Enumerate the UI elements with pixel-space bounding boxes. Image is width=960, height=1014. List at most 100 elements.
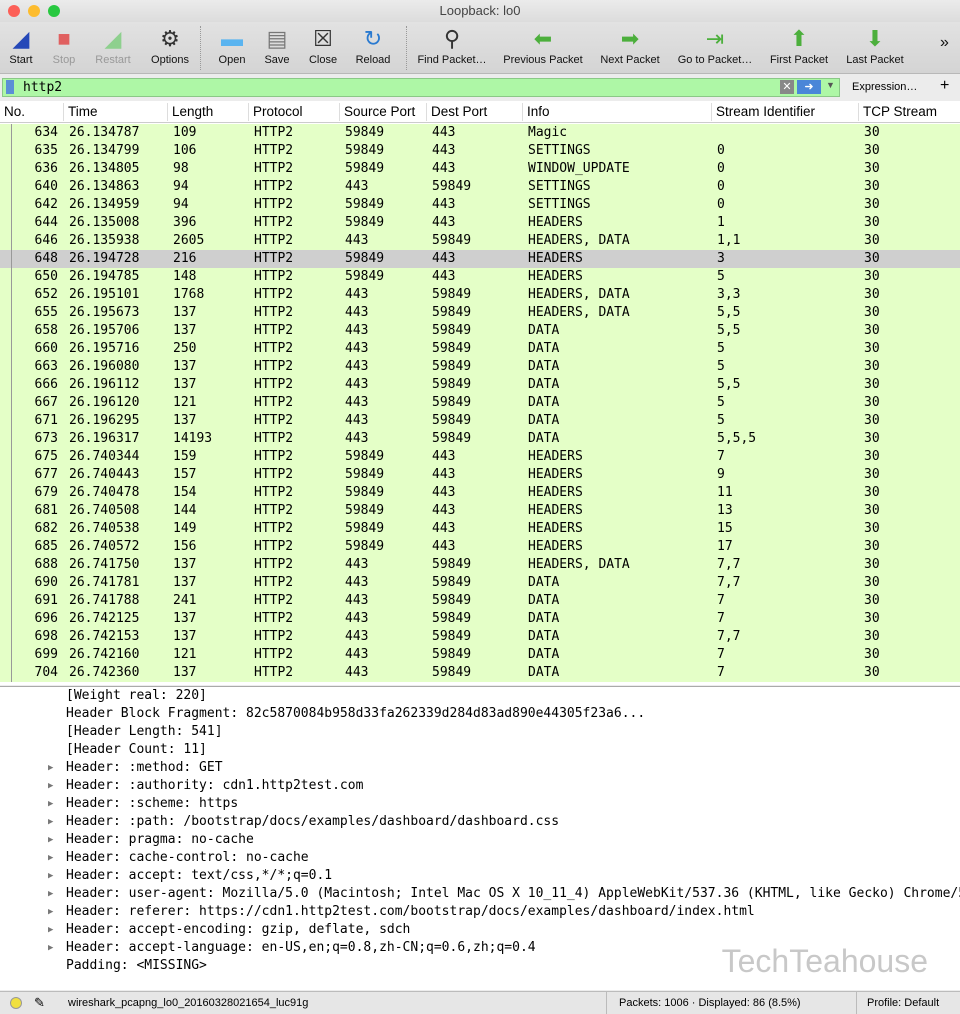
column-separator[interactable] xyxy=(248,103,249,121)
packet-row[interactable]: 690 26.741781 137 HTTP2 443 59849 DATA 7,7 30 xyxy=(0,574,960,592)
packet-details[interactable]: TechTeahouse [Weight real: 220] Header Bl… xyxy=(0,686,960,990)
toolbar-button-options[interactable]: ⚙ Options xyxy=(146,24,194,66)
profile-selector[interactable]: Profile: Default xyxy=(856,992,939,1014)
expand-triangle-icon[interactable]: ▶ xyxy=(48,777,53,795)
toolbar-button-first-packet[interactable]: ⬆ First Packet xyxy=(764,24,834,66)
capture-comment-icon[interactable]: ✎ xyxy=(34,992,45,1014)
column-separator[interactable] xyxy=(711,103,712,121)
filter-history-dropdown[interactable]: ▼ xyxy=(826,80,835,90)
packet-row[interactable]: 658 26.195706 137 HTTP2 443 59849 DATA 5,5 30 xyxy=(0,322,960,340)
packet-row[interactable]: 666 26.196112 137 HTTP2 443 59849 DATA 5,5 30 xyxy=(0,376,960,394)
column-header-info[interactable]: Info xyxy=(527,104,550,119)
capture-file-name: wireshark_pcapng_lo0_20160328021654_luc9… xyxy=(68,997,309,1009)
packet-row[interactable]: 652 26.195101 1768 HTTP2 443 59849 HEADERS, DA… xyxy=(0,286,960,304)
packet-row[interactable]: 667 26.196120 121 HTTP2 443 59849 DATA 5 30 xyxy=(0,394,960,412)
packet-row[interactable]: 646 26.135938 2605 HTTP2 443 59849 HEADERS, DA… xyxy=(0,232,960,250)
toolbar-button-open[interactable]: ▬ Open xyxy=(210,24,254,66)
column-separator[interactable] xyxy=(426,103,427,121)
packet-row[interactable]: 635 26.134799 106 HTTP2 59849 443 SETTINGS 0 30 xyxy=(0,142,960,160)
packet-length: 121 xyxy=(173,647,197,662)
packet-row[interactable]: 704 26.742360 137 HTTP2 443 59849 DATA 7 30 xyxy=(0,664,960,682)
toolbar-button-go-to-packet[interactable]: ⇥ Go to Packet… xyxy=(676,24,754,66)
packet-row[interactable]: 655 26.195673 137 HTTP2 443 59849 HEADERS, DAT… xyxy=(0,304,960,322)
toolbar-button-save[interactable]: ▤ Save xyxy=(258,24,296,66)
zoom-window-button[interactable] xyxy=(48,5,60,17)
packet-row[interactable]: 675 26.740344 159 HTTP2 59849 443 HEADERS 7 30 xyxy=(0,448,960,466)
packet-row[interactable]: 634 26.134787 109 HTTP2 59849 443 Magic 30 xyxy=(0,124,960,142)
packet-row[interactable]: 663 26.196080 137 HTTP2 443 59849 DATA 5 30 xyxy=(0,358,960,376)
column-header-no[interactable]: No. xyxy=(4,104,25,119)
toolbar-button-last-packet[interactable]: ⬇ Last Packet xyxy=(842,24,908,66)
toolbar-button-restart[interactable]: ◢ Restart xyxy=(90,24,136,66)
toolbar-button-previous-packet[interactable]: ⬅ Previous Packet xyxy=(500,24,586,66)
magnifier-icon: ⚲ xyxy=(443,26,461,51)
packet-row[interactable]: 636 26.134805 98 HTTP2 59849 443 WINDOW_UPDATE… xyxy=(0,160,960,178)
packet-row[interactable]: 685 26.740572 156 HTTP2 59849 443 HEADERS 17 30 xyxy=(0,538,960,556)
expand-triangle-icon[interactable]: ▶ xyxy=(48,867,53,885)
column-header-tcp-stream[interactable]: TCP Stream xyxy=(863,104,937,119)
column-separator[interactable] xyxy=(167,103,168,121)
expand-triangle-icon[interactable]: ▶ xyxy=(48,831,53,849)
packet-source-port: 443 xyxy=(345,287,369,302)
packet-row[interactable]: 650 26.194785 148 HTTP2 59849 443 HEADERS 5 30 xyxy=(0,268,960,286)
expand-triangle-icon[interactable]: ▶ xyxy=(48,885,53,903)
packet-stream-id: 0 xyxy=(717,161,725,176)
packet-time: 26.134787 xyxy=(69,125,140,140)
column-header-dest-port[interactable]: Dest Port xyxy=(431,104,487,119)
column-separator[interactable] xyxy=(63,103,64,121)
toolbar-overflow-button[interactable]: » xyxy=(940,34,949,52)
toolbar-button-stop[interactable]: ■ Stop xyxy=(46,24,82,66)
packet-dest-port: 443 xyxy=(432,539,456,554)
packet-row[interactable]: 644 26.135008 396 HTTP2 59849 443 HEADERS 1 30 xyxy=(0,214,960,232)
expand-triangle-icon[interactable]: ▶ xyxy=(48,759,53,777)
clear-filter-button[interactable]: ✕ xyxy=(780,80,794,94)
apply-filter-button[interactable]: ➜ xyxy=(797,80,821,94)
packet-row[interactable]: 679 26.740478 154 HTTP2 59849 443 HEADERS 11 30 xyxy=(0,484,960,502)
packet-row[interactable]: 671 26.196295 137 HTTP2 443 59849 DATA 5 30 xyxy=(0,412,960,430)
expand-triangle-icon[interactable]: ▶ xyxy=(48,813,53,831)
packet-row[interactable]: 688 26.741750 137 HTTP2 443 59849 HEADERS, DAT… xyxy=(0,556,960,574)
packet-list[interactable]: No. Time Length Protocol Source Port Dest Por… xyxy=(0,101,960,685)
packet-row[interactable]: 648 26.194728 216 HTTP2 59849 443 HEADERS 3 30 xyxy=(0,250,960,268)
column-header-source-port[interactable]: Source Port xyxy=(344,104,415,119)
toolbar-button-start[interactable]: ◢ Start xyxy=(4,24,38,66)
close-window-button[interactable] xyxy=(8,5,20,17)
add-filter-button[interactable]: + xyxy=(940,77,949,95)
packet-row[interactable]: 673 26.196317 14193 HTTP2 443 59849 DATA 5,5,5 3… xyxy=(0,430,960,448)
packet-row[interactable]: 681 26.740508 144 HTTP2 59849 443 HEADERS 13 30 xyxy=(0,502,960,520)
packet-row[interactable]: 696 26.742125 137 HTTP2 443 59849 DATA 7 30 xyxy=(0,610,960,628)
bookmark-icon[interactable] xyxy=(6,80,14,94)
toolbar-button-reload[interactable]: ↻ Reload xyxy=(350,24,396,66)
toolbar-button-find-packet[interactable]: ⚲ Find Packet… xyxy=(414,24,490,66)
packet-row[interactable]: 640 26.134863 94 HTTP2 443 59849 SETTINGS 0 30 xyxy=(0,178,960,196)
column-separator[interactable] xyxy=(858,103,859,121)
packet-row[interactable]: 642 26.134959 94 HTTP2 59849 443 SETTINGS 0 30 xyxy=(0,196,960,214)
column-separator[interactable] xyxy=(522,103,523,121)
packet-row[interactable]: 698 26.742153 137 HTTP2 443 59849 DATA 7,7 30 xyxy=(0,628,960,646)
expand-triangle-icon[interactable]: ▶ xyxy=(48,849,53,867)
column-header-protocol[interactable]: Protocol xyxy=(253,104,303,119)
column-header-stream-identifier[interactable]: Stream Identifier xyxy=(716,104,815,119)
expand-triangle-icon[interactable]: ▶ xyxy=(48,795,53,813)
packet-row[interactable]: 677 26.740443 157 HTTP2 59849 443 HEADERS 9 30 xyxy=(0,466,960,484)
expression-button[interactable]: Expression… xyxy=(852,81,917,93)
column-separator[interactable] xyxy=(339,103,340,121)
packet-row[interactable]: 660 26.195716 250 HTTP2 443 59849 DATA 5 30 xyxy=(0,340,960,358)
display-filter-input[interactable]: http2 xyxy=(2,78,840,97)
packet-row[interactable]: 691 26.741788 241 HTTP2 443 59849 DATA 7 30 xyxy=(0,592,960,610)
toolbar-button-close[interactable]: ☒ Close xyxy=(304,24,342,66)
packet-row[interactable]: 682 26.740538 149 HTTP2 59849 443 HEADERS 15 30 xyxy=(0,520,960,538)
expand-triangle-icon[interactable]: ▶ xyxy=(48,921,53,939)
packet-row[interactable]: 699 26.742160 121 HTTP2 443 59849 DATA 7 30 xyxy=(0,646,960,664)
column-header-time[interactable]: Time xyxy=(68,104,98,119)
column-header-length[interactable]: Length xyxy=(172,104,213,119)
toolbar-button-next-packet[interactable]: ➡ Next Packet xyxy=(596,24,664,66)
related-packet-indicator xyxy=(11,646,12,664)
packet-time: 26.195706 xyxy=(69,323,140,338)
packet-tcp-stream: 30 xyxy=(864,449,880,464)
expand-triangle-icon[interactable]: ▶ xyxy=(48,939,53,957)
expert-info-icon[interactable] xyxy=(10,997,22,1009)
expand-triangle-icon[interactable]: ▶ xyxy=(48,903,53,921)
packet-protocol: HTTP2 xyxy=(254,305,294,320)
minimize-window-button[interactable] xyxy=(28,5,40,17)
